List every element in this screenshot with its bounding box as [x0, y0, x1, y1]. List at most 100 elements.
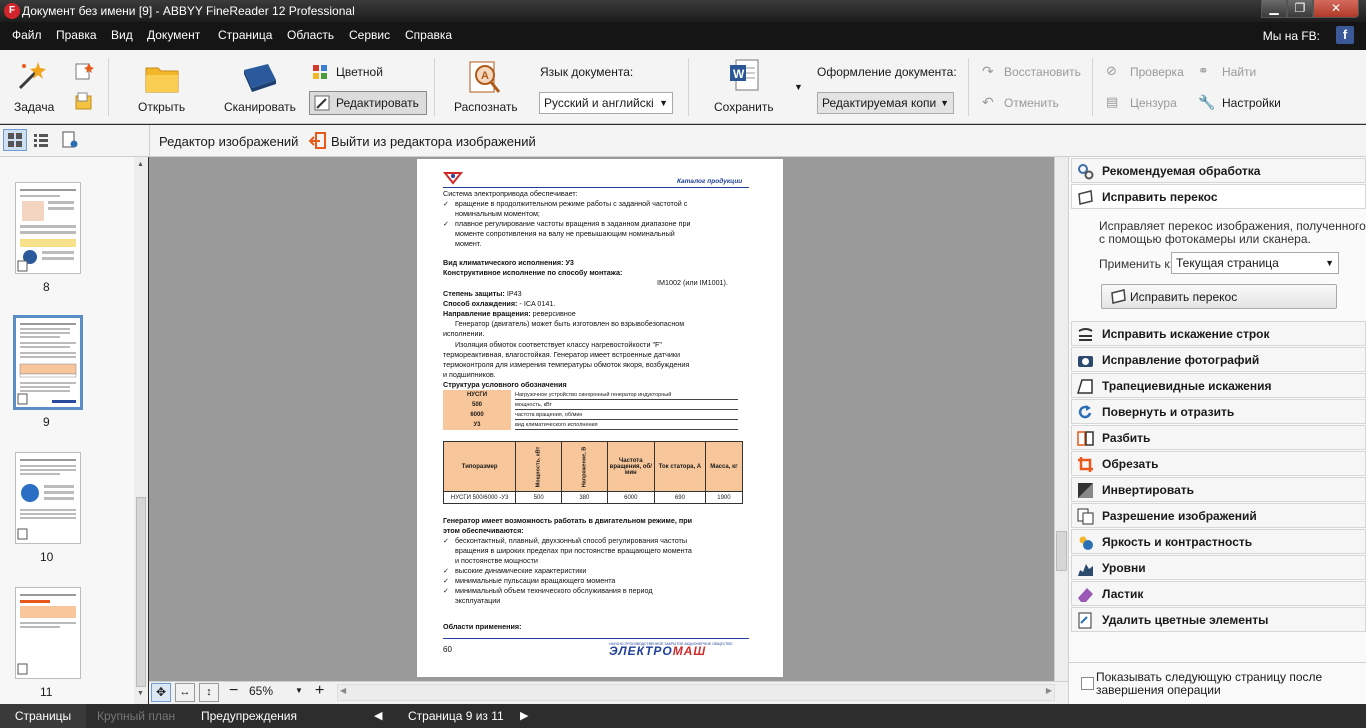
zoom-in-icon[interactable]: +	[315, 682, 324, 700]
zoom-out-icon[interactable]: −	[229, 682, 238, 700]
scroll-left-icon[interactable]: ◀	[340, 686, 346, 695]
tool-resolution[interactable]: Разрешение изображений	[1071, 503, 1366, 528]
menu-edit[interactable]: Правка	[56, 28, 97, 42]
list-view-button[interactable]	[30, 129, 52, 151]
deskew-tool-header[interactable]: Исправить перекос	[1071, 184, 1366, 209]
tool-trapezoid[interactable]: Трапециевидные искажения	[1071, 373, 1366, 398]
scroll-up-icon[interactable]: ▲	[137, 161, 144, 168]
undo-button[interactable]: ↶ Отменить	[982, 94, 1082, 112]
restore-button[interactable]: ❐	[1287, 0, 1313, 18]
undo-label: Отменить	[1004, 96, 1059, 110]
doc-line: вращения в широких пределах при постоянс…	[455, 546, 692, 555]
settings-label: Настройки	[1222, 96, 1281, 110]
edit-label: Редактировать	[336, 96, 419, 110]
prev-page-icon[interactable]: ◀	[374, 704, 382, 728]
close-window-button[interactable]: ✕	[1313, 0, 1359, 18]
doc-language-select[interactable]: Русский и английскi ▼	[539, 92, 673, 114]
doc-format-select[interactable]: Редактируемая копи ▼	[817, 92, 954, 114]
tab-warnings[interactable]: Предупреждения	[201, 704, 297, 728]
status-bar: Страницы Крупный план Предупреждения ◀ С…	[0, 704, 1366, 728]
menu-file[interactable]: Файл	[12, 28, 42, 42]
sun-icon	[1079, 536, 1093, 550]
apply-to-select[interactable]: Текущая страница ▼	[1171, 252, 1339, 274]
menu-document[interactable]: Документ	[147, 28, 200, 42]
tool-eraser[interactable]: Ластик	[1071, 581, 1366, 606]
doc-value: реверсивное	[530, 309, 576, 318]
verify-button[interactable]: ⊘ Проверка	[1106, 63, 1188, 81]
censor-button[interactable]: ▤ Цензура	[1106, 94, 1188, 112]
page-thumbnail[interactable]	[15, 452, 81, 544]
pages-scrollbar[interactable]: ▲ ▼	[134, 157, 148, 704]
recommended-processing-button[interactable]: Рекомендуемая обработка	[1071, 158, 1366, 183]
doc-line: термореактивная, влагостойкая. Генератор…	[443, 350, 681, 359]
color-mode-button[interactable]: Цветной	[312, 62, 422, 82]
facebook-icon[interactable]: f	[1336, 26, 1354, 44]
deskew-button-label: Исправить перекос	[1130, 290, 1238, 304]
scroll-right-icon[interactable]: ▶	[1046, 686, 1052, 695]
tool-rotate-flip[interactable]: Повернуть и отразить	[1071, 399, 1366, 424]
pan-tool-icon[interactable]: ✥	[151, 683, 171, 702]
image-editor-label: Редактор изображений	[159, 134, 299, 149]
menu-service[interactable]: Сервис	[349, 28, 390, 42]
zoom-select[interactable]: 65% ▼	[249, 684, 307, 702]
page-properties-button[interactable]	[58, 129, 80, 151]
menu-help[interactable]: Справка	[405, 28, 452, 42]
tab-closeup[interactable]: Крупный план	[97, 704, 175, 728]
tool-straighten-lines[interactable]: Исправить искажение строк	[1071, 321, 1366, 346]
table-header-cell: Типоразмер	[442, 441, 517, 492]
exit-arrow-icon	[308, 132, 326, 149]
tool-brightness-contrast[interactable]: Яркость и контрастность	[1071, 529, 1366, 554]
menu-view[interactable]: Вид	[111, 28, 133, 42]
legend-desc: частота вращения, об/мин	[515, 410, 738, 420]
next-page-icon[interactable]: ▶	[520, 704, 528, 728]
scroll-down-icon[interactable]: ▼	[137, 690, 144, 697]
page-thumbnail-preview	[17, 459, 76, 540]
thumbnail-view-button[interactable]	[3, 129, 27, 151]
table-header-cell: Напряжение, В	[561, 441, 608, 492]
tool-photo-correction[interactable]: Исправление фотографий	[1071, 347, 1366, 372]
checkmark-icon: ✓	[443, 199, 450, 208]
deskew-button[interactable]: Исправить перекос	[1101, 284, 1337, 309]
horizontal-scrollbar[interactable]: ◀ ▶	[337, 684, 1055, 701]
restore-action-button[interactable]: ↷ Восстановить	[982, 63, 1082, 81]
minimize-button[interactable]: ▁	[1261, 0, 1287, 18]
tab-pages[interactable]: Страницы	[0, 704, 86, 728]
table-cell: НУСГИ 500/6000 -У3	[442, 491, 517, 504]
rotate-icon	[1078, 405, 1092, 419]
page-thumbnail-selected[interactable]	[13, 315, 83, 410]
menu-area[interactable]: Область	[287, 28, 334, 42]
page-thumbnail-preview	[17, 594, 76, 675]
recognize-button[interactable]: A Распознать	[450, 56, 522, 118]
edit-image-button[interactable]: Редактировать	[309, 91, 427, 115]
levels-icon	[1078, 564, 1093, 576]
find-button[interactable]: ⚭ Найти	[1198, 63, 1268, 81]
tool-crop[interactable]: Обрезать	[1071, 451, 1366, 476]
exit-editor-button[interactable]: Выйти из редактора изображений	[308, 131, 536, 151]
legend-code: У3	[443, 420, 511, 430]
image-viewer[interactable]: Каталог продукции Система электропривода…	[149, 157, 1054, 681]
menu-page[interactable]: Страница	[218, 28, 272, 42]
doc-label: Степень защиты:	[443, 289, 505, 298]
open-button[interactable]: Открыть	[134, 56, 190, 118]
tool-split[interactable]: Разбить	[1071, 425, 1366, 450]
settings-button[interactable]: 🔧 Настройки	[1198, 94, 1288, 112]
tool-remove-color[interactable]: Удалить цветные элементы	[1071, 607, 1366, 632]
save-button[interactable]: W Сохранить	[708, 56, 782, 118]
task-button[interactable]: Задача	[10, 54, 56, 118]
tool-levels[interactable]: Уровни	[1071, 555, 1366, 580]
scrollbar-thumb[interactable]	[136, 497, 146, 687]
fit-width-icon[interactable]: ↔	[175, 683, 195, 702]
fit-height-icon[interactable]: ↕	[199, 683, 219, 702]
tool-invert[interactable]: Инвертировать	[1071, 477, 1366, 502]
scrollbar-thumb[interactable]	[1056, 531, 1067, 571]
save-dropdown-icon[interactable]: ▼	[794, 82, 803, 92]
new-task-icon[interactable]	[74, 62, 94, 82]
show-next-page-checkbox[interactable]	[1081, 677, 1094, 690]
app-icon[interactable]: F	[4, 3, 20, 19]
page-thumbnail[interactable]	[15, 587, 81, 679]
page-thumbnail[interactable]	[15, 182, 81, 274]
viewer-scrollbar[interactable]	[1054, 157, 1068, 681]
tool-label: Рекомендуемая обработка	[1102, 164, 1261, 178]
scan-button[interactable]: Сканировать	[220, 56, 300, 118]
open-folder-small-icon[interactable]	[74, 92, 94, 112]
